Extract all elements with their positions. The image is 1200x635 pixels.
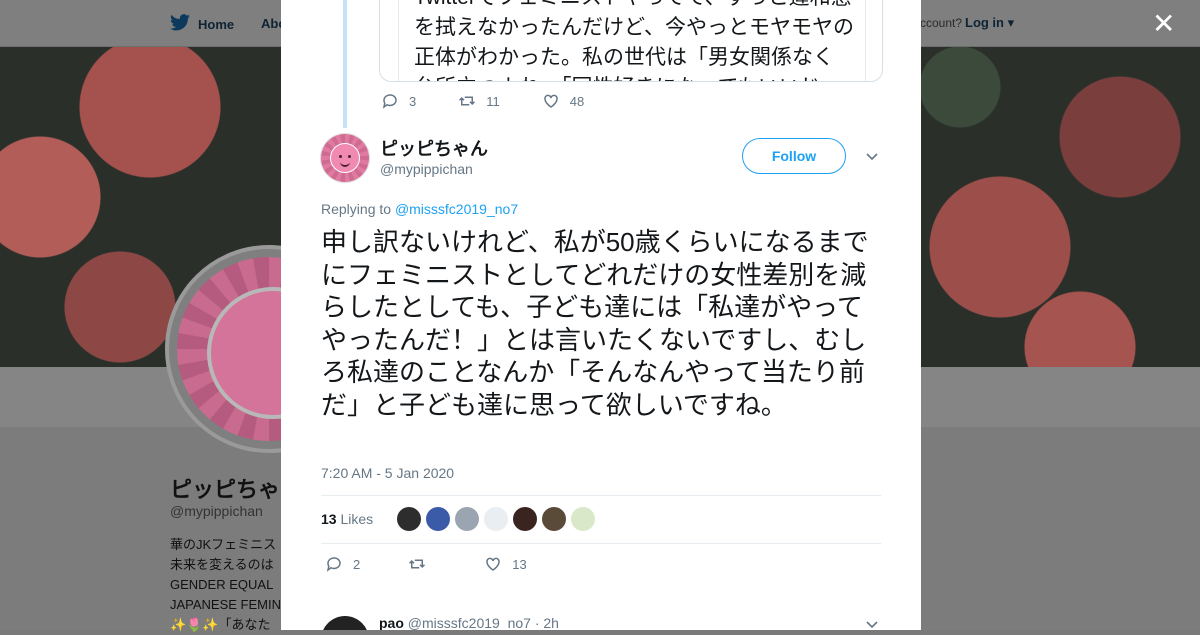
likes-row: 13 Likes: [321, 495, 881, 544]
reply-author-name[interactable]: pao: [379, 615, 404, 630]
thread-connector-line: [343, 0, 347, 128]
tweet-text: 申し訳ないけれど、私が50歳くらいになるまでにフェミニストとしてどれだけの女性差…: [321, 227, 869, 420]
reply-count: 3: [409, 93, 417, 109]
retweet-count: 11: [486, 93, 500, 109]
bio-line: ✨🌷✨「あなた: [170, 617, 271, 632]
previous-tweet-actions: 3 11 48: [381, 92, 626, 110]
next-reply-tweet[interactable]: pao @misssfc2019_no7 · 2h: [321, 600, 881, 630]
reply-icon: [382, 94, 397, 109]
like-action[interactable]: 13: [484, 555, 527, 573]
likes-summary[interactable]: 13 Likes: [321, 511, 373, 527]
twitter-bird-icon: [170, 14, 190, 34]
liker-avatar[interactable]: [571, 507, 595, 531]
reply-action[interactable]: 2: [325, 555, 360, 573]
chevron-down-icon[interactable]: [866, 618, 878, 630]
likes-number: 13: [321, 511, 337, 527]
bio-line: GENDER EQUAL: [170, 577, 274, 592]
author-handle[interactable]: @mypippichan: [380, 161, 473, 177]
reply-count: 2: [353, 556, 361, 572]
replying-to-link[interactable]: @misssfc2019_no7: [395, 201, 518, 217]
retweet-action[interactable]: 11: [458, 92, 500, 110]
liker-avatar[interactable]: [426, 507, 450, 531]
liker-avatar[interactable]: [484, 507, 508, 531]
have-account-text: ccount?: [920, 16, 963, 30]
profile-name: ピッピちゃ: [170, 477, 281, 502]
profile-bio: 華のJKフェミニス 未来を変えるのは GENDER EQUAL JAPANESE…: [170, 535, 281, 635]
nav-home-link[interactable]: Home: [170, 14, 234, 34]
liker-avatar[interactable]: [455, 507, 479, 531]
reply-meta: pao @misssfc2019_no7 · 2h: [379, 615, 559, 630]
liker-avatar[interactable]: [542, 507, 566, 531]
reply-author-avatar[interactable]: [321, 616, 369, 630]
reply-time[interactable]: · 2h: [535, 615, 559, 630]
author-name[interactable]: ピッピちゃん: [380, 135, 488, 161]
bio-line: 華のJKフェミニス: [170, 537, 277, 552]
quoted-tweet-text: Twitterでフェミニストやってて、ずっと違和感を拭えなかったんだけど、今やっ…: [414, 0, 854, 81]
tweet-actions: 2 13: [325, 555, 575, 573]
heart-icon: [543, 94, 558, 108]
like-count: 48: [569, 93, 585, 109]
author-avatar[interactable]: [321, 134, 369, 182]
retweet-action[interactable]: [408, 555, 436, 573]
bio-line: JAPANESE FEMIN: [170, 597, 282, 612]
tweet-modal: Twitterでフェミニストやってて、ずっと違和感を拭えなかったんだけど、今やっ…: [281, 0, 921, 630]
reply-icon: [326, 557, 341, 572]
retweet-icon: [459, 96, 476, 106]
bio-line: 未来を変えるのは: [170, 557, 274, 572]
login-link[interactable]: Log in ▾: [965, 15, 1014, 31]
nav-home-label: Home: [198, 16, 235, 32]
retweet-icon: [409, 559, 426, 569]
chevron-down-icon[interactable]: [866, 150, 878, 162]
tweet-timestamp[interactable]: 7:20 AM - 5 Jan 2020: [321, 465, 454, 481]
profile-handle: @mypippichan: [170, 503, 263, 519]
liker-avatar[interactable]: [513, 507, 537, 531]
like-action[interactable]: 48: [542, 92, 584, 110]
liker-avatars: [397, 507, 595, 531]
replying-prefix: Replying to: [321, 201, 392, 217]
liker-avatar[interactable]: [397, 507, 421, 531]
likes-label: Likes: [340, 511, 374, 527]
reply-author-handle[interactable]: @misssfc2019_no7: [408, 615, 531, 630]
login-label: Log in: [965, 15, 1004, 30]
reply-action[interactable]: 3: [381, 92, 416, 110]
quoted-tweet-card[interactable]: Twitterでフェミニストやってて、ずっと違和感を拭えなかったんだけど、今やっ…: [379, 0, 883, 82]
heart-icon: [486, 557, 500, 571]
close-icon[interactable]: ✕: [1152, 10, 1175, 38]
replying-to: Replying to @misssfc2019_no7: [321, 201, 518, 217]
follow-button[interactable]: Follow: [742, 138, 846, 174]
like-count: 13: [512, 556, 527, 572]
